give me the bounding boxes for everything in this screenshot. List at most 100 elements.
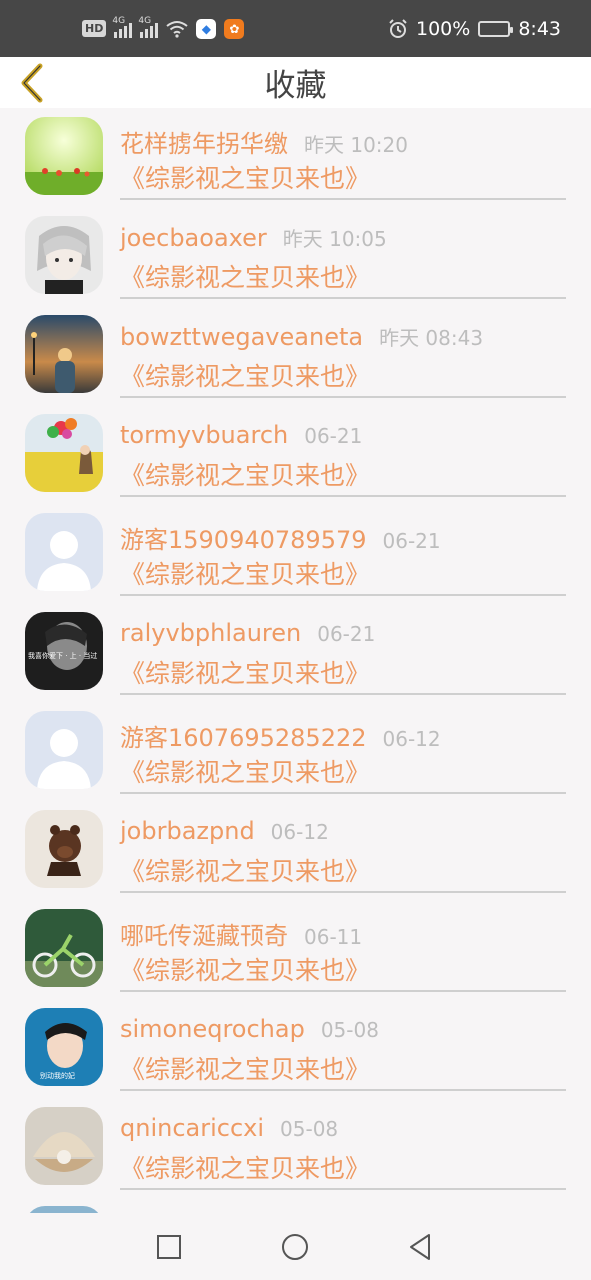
work-title[interactable]: 《综影视之宝贝来也》 [120,555,370,591]
divider [120,396,566,398]
divider [120,1188,566,1190]
work-title[interactable]: 《综影视之宝贝来也》 [120,357,370,393]
timestamp: 05-08 [280,1117,339,1141]
avatar [25,1206,103,1213]
item-header: simoneqrochap 05-08 [120,1015,379,1047]
user-name: 游客1607695285222 [120,724,367,752]
divider [120,495,566,497]
avatar [25,414,103,492]
work-title[interactable]: 《综影视之宝贝来也》 [120,654,370,690]
timestamp: 06-21 [304,424,363,448]
item-header: 游客1607695285222 06-12 [120,718,441,752]
item-header: qnincariccxi 05-08 [120,1114,338,1146]
list-item[interactable]: 游客1590940789579 06-21 《综影视之宝贝来也》 [0,504,591,603]
square-icon [157,1235,181,1259]
work-title[interactable]: 《综影视之宝贝来也》 [120,1149,370,1185]
item-header: joecbaoaxer 昨天 10:05 [120,223,387,255]
favorites-list: 花样掳年拐华缴 昨天 10:20 《综影视之宝贝来也》 joecbaoaxer … [0,108,591,1213]
divider [120,693,566,695]
clock: 8:43 [518,17,561,40]
recents-button[interactable] [153,1231,185,1263]
divider [120,198,566,200]
list-item[interactable]: 我喜你爱下 · 上 · 当过 ralyvbphlauren 06-21 《综影视… [0,603,591,702]
list-item[interactable]: jobrbazpnd 06-12 《综影视之宝贝来也》 [0,801,591,900]
user-name: qnincariccxi [120,1114,265,1142]
network-label: 4G [138,15,152,26]
hd-badge: HD [82,20,107,37]
work-title[interactable]: 《综影视之宝贝来也》 [120,852,370,888]
user-name: joecbaoaxer [120,224,267,252]
battery-icon [478,20,514,37]
user-name: 哪吒传涎藏顸奇 [120,922,288,950]
battery-percent: 100% [416,17,471,40]
status-bar: HD 4G 4G ◆ ✿ 100% 8:43 [0,0,591,57]
timestamp: 昨天 08:43 [379,326,484,350]
work-title[interactable]: 《综影视之宝贝来也》 [120,1050,370,1086]
network-label: 4G [112,15,126,26]
item-header: jobrbazpnd 06-12 [120,817,329,849]
list-item[interactable]: 哪吒传涎藏顸奇 06-11 《综影视之宝贝来也》 [0,900,591,999]
list-item[interactable]: qnincariccxi 05-08 《综影视之宝贝来也》 [0,1098,591,1197]
avatar [25,1107,103,1185]
triangle-back-icon [410,1234,430,1260]
timestamp: 06-21 [382,529,441,553]
avatar [25,810,103,888]
avatar [25,513,103,591]
avatar: 别动我的妃 [25,1008,103,1086]
user-name: bowzttwegaveaneta [120,323,364,351]
work-title[interactable]: 《综影视之宝贝来也》 [120,456,370,492]
item-header: bowzttwegaveaneta 昨天 08:43 [120,322,483,354]
item-header: 游客1590940789579 06-21 [120,520,441,554]
user-name: ralyvbphlauren [120,619,302,647]
timestamp: 06-12 [382,727,441,751]
avatar-caption: 别动我的妃 [40,1071,75,1080]
list-item[interactable]: tormyvbuarch 06-21 《综影视之宝贝来也》 [0,405,591,504]
work-title[interactable]: 《综影视之宝贝来也》 [120,951,370,987]
work-title[interactable]: 《综影视之宝贝来也》 [120,753,370,789]
avatar [25,216,103,294]
timestamp: 06-11 [304,925,363,949]
app-notification-icon: ◆ [196,18,217,39]
header-bar: 收藏 [0,57,591,108]
list-item[interactable]: 花样掳年拐华缴 昨天 10:20 《综影视之宝贝来也》 [0,108,591,207]
divider [120,594,566,596]
avatar [25,909,103,987]
user-name: tormyvbuarch [120,421,289,449]
avatar [25,711,103,789]
divider [120,297,566,299]
divider [120,891,566,893]
app-notification-icon: ✿ [224,18,245,39]
timestamp: 昨天 10:05 [282,227,387,251]
list-item[interactable]: 游客1607695285222 06-12 《综影视之宝贝来也》 [0,702,591,801]
timestamp: 06-12 [270,820,329,844]
timestamp: 06-21 [317,622,376,646]
back-nav-button[interactable] [404,1231,436,1263]
user-name: simoneqrochap [120,1015,305,1043]
avatar-caption: 我喜你爱下 · 上 · 当过 [28,651,97,660]
work-title[interactable]: 《综影视之宝贝来也》 [120,258,370,294]
list-item[interactable] [0,1197,591,1213]
system-nav-bar [0,1213,591,1280]
signal-icon: 4G [112,16,133,38]
user-name: 花样掳年拐华缴 [120,130,288,158]
avatar [25,117,103,195]
status-left: HD 4G 4G ◆ ✿ [82,0,245,57]
divider [120,1089,566,1091]
divider [120,792,566,794]
list-item[interactable]: joecbaoaxer 昨天 10:05 《综影视之宝贝来也》 [0,207,591,306]
wifi-icon [166,20,188,38]
item-header: ralyvbphlauren 06-21 [120,619,375,651]
divider [120,990,566,992]
user-name: 游客1590940789579 [120,526,367,554]
alarm-icon [389,18,407,38]
list-item[interactable]: 别动我的妃 simoneqrochap 05-08 《综影视之宝贝来也》 [0,999,591,1098]
timestamp: 昨天 10:20 [304,133,408,157]
avatar [25,315,103,393]
home-button[interactable] [279,1231,311,1263]
signal-icon: 4G [138,16,159,38]
list-item[interactable]: bowzttwegaveaneta 昨天 08:43 《综影视之宝贝来也》 [0,306,591,405]
timestamp: 05-08 [320,1018,379,1042]
circle-icon [282,1234,308,1260]
work-title[interactable]: 《综影视之宝贝来也》 [120,159,370,195]
page-title: 收藏 [264,68,327,104]
